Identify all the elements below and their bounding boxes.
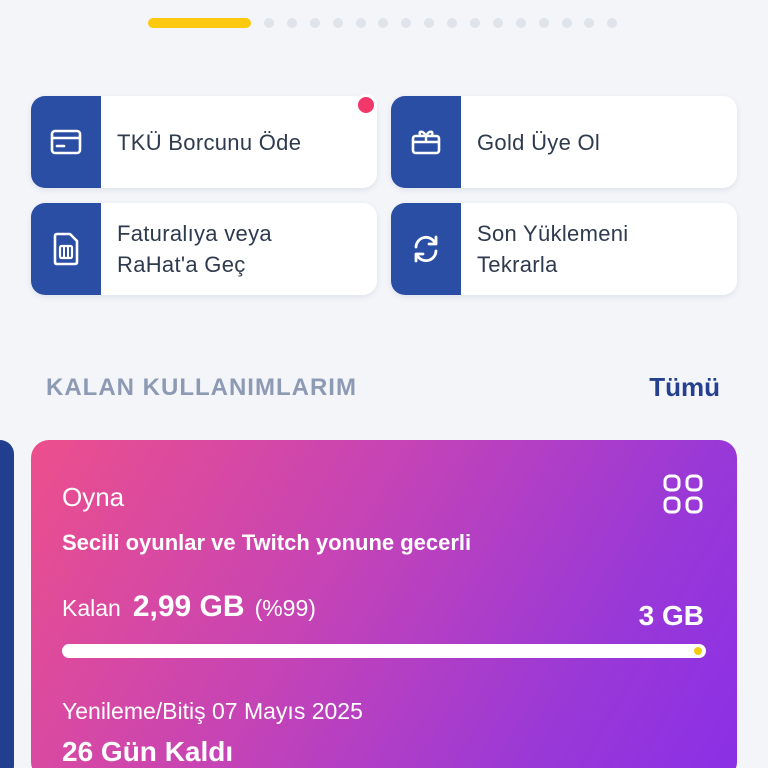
card-icon-box [391, 96, 461, 188]
carousel-dot[interactable] [561, 18, 572, 28]
card-icon-box [31, 203, 101, 295]
carousel-dot[interactable] [264, 18, 274, 28]
carousel-dot[interactable] [584, 18, 595, 28]
progress-end-dot [694, 647, 702, 655]
credit-card-icon [50, 129, 82, 155]
remaining-usage-title: KALAN KULLANIMLARIM [46, 374, 357, 401]
renewal-date: Yenileme/Bitiş 07 Mayıs 2025 [62, 698, 363, 724]
usage-card[interactable]: Oyna Secili oyunlar ve Twitch yonune gec… [31, 440, 737, 768]
carousel-dot[interactable] [607, 18, 618, 28]
carousel-dot[interactable] [286, 18, 297, 28]
carousel-dot[interactable] [538, 18, 549, 28]
carousel-dot[interactable] [515, 18, 526, 28]
remaining-row: Kalan 2,99 GB (%99) [62, 590, 316, 624]
grid-icon[interactable] [663, 474, 703, 519]
package-description: Secili oyunlar ve Twitch yonune gecerli [62, 530, 472, 555]
switch-to-postpaid-button[interactable]: Faturalıya veya RaHat'a Geç [31, 203, 377, 295]
sim-card-icon [53, 232, 79, 266]
package-name: Oyna [62, 482, 125, 512]
carousel-dot[interactable] [309, 18, 320, 28]
remaining-percent: (%99) [254, 595, 316, 621]
carousel-dot[interactable] [355, 18, 366, 28]
carousel-dot[interactable] [447, 18, 458, 28]
see-all-link[interactable]: Tümü [649, 372, 720, 403]
gold-membership-button[interactable]: Gold Üye Ol [391, 96, 737, 188]
action-label: Gold Üye Ol [477, 129, 601, 155]
previous-usage-card[interactable] [0, 440, 14, 768]
carousel-indicator [148, 16, 630, 30]
carousel-dot-active[interactable] [148, 18, 251, 28]
gift-card-icon [411, 130, 441, 155]
card-icon-box [31, 96, 101, 188]
remaining-value: 2,99 GB [132, 590, 245, 623]
carousel-dot[interactable] [401, 18, 412, 28]
action-label: Son Yüklemeni Tekrarla [477, 221, 629, 277]
notification-dot [355, 94, 377, 116]
carousel-dot[interactable] [470, 18, 481, 28]
carousel-dot[interactable] [378, 18, 389, 28]
carousel-dot[interactable] [424, 18, 435, 28]
action-label: TKÜ Borcunu Öde [117, 129, 302, 155]
action-label: Faturalıya veya RaHat'a Geç [117, 221, 272, 277]
refresh-icon [414, 235, 438, 263]
carousel-dot[interactable] [492, 18, 503, 28]
usage-progress-bar [62, 644, 706, 658]
remaining-label: Kalan [62, 595, 121, 621]
card-icon-box [391, 203, 461, 295]
repeat-last-topup-button[interactable]: Son Yüklemeni Tekrarla [391, 203, 737, 295]
pay-tku-debt-button[interactable]: TKÜ Borcunu Öde [31, 94, 377, 188]
carousel-dot[interactable] [332, 18, 343, 28]
total-quota: 3 GB [638, 600, 704, 631]
days-left: 26 Gün Kaldı [62, 736, 234, 767]
